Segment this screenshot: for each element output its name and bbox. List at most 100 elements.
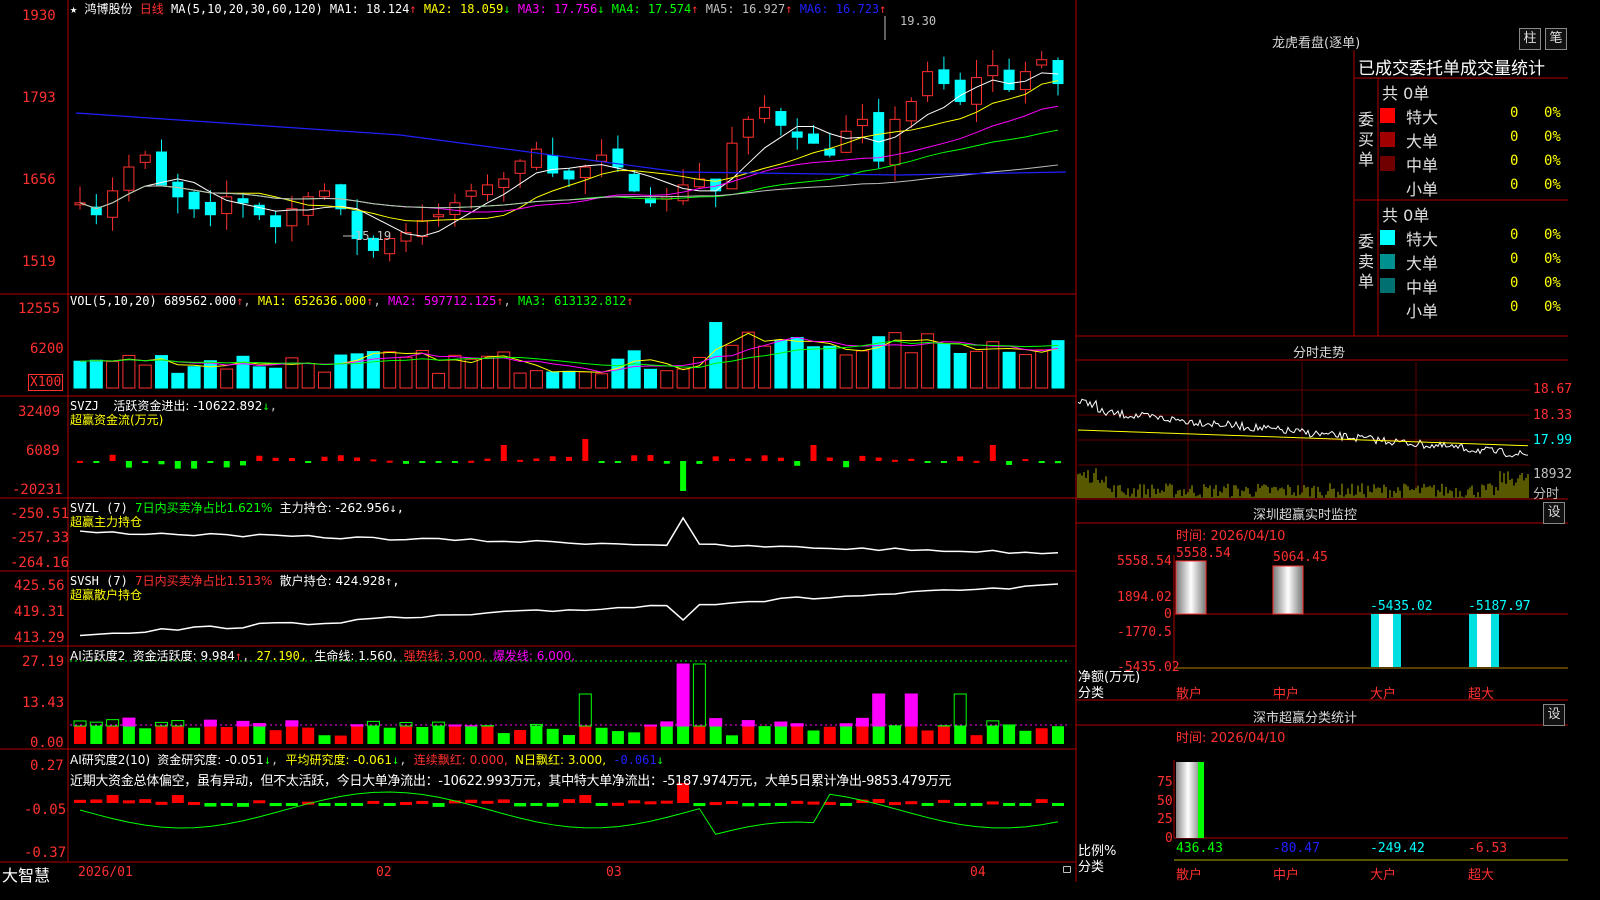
fund-flow-bar bbox=[354, 457, 361, 461]
volume-bar bbox=[236, 355, 250, 389]
sz-class-bar-value: -249.42 bbox=[1370, 841, 1425, 856]
activity-bar-top bbox=[236, 720, 250, 727]
candle-body bbox=[889, 118, 901, 166]
candle-body bbox=[514, 160, 526, 174]
sz-class-title: 深市超赢分类统计 bbox=[1253, 711, 1358, 726]
color-swatch bbox=[1380, 278, 1395, 293]
arrow-down-icon: ↓ bbox=[262, 399, 270, 413]
research-bar bbox=[90, 799, 103, 803]
candle-body bbox=[856, 118, 868, 127]
research-bar bbox=[432, 803, 445, 807]
arrow-up-icon: ↑ bbox=[236, 294, 244, 308]
period-label[interactable]: 日线 bbox=[140, 2, 164, 16]
candle-body bbox=[1036, 59, 1048, 66]
row-pct: 0% bbox=[1544, 177, 1561, 193]
activity-bar bbox=[1035, 728, 1048, 744]
activity-bar-top bbox=[448, 724, 462, 727]
research-bar bbox=[155, 801, 168, 805]
settings-button[interactable]: 设 bbox=[1543, 502, 1565, 524]
research-bar bbox=[285, 803, 298, 806]
activity-bar-top bbox=[252, 723, 266, 727]
svsh-axis-label: 419.31 bbox=[14, 604, 65, 620]
candle-body bbox=[971, 77, 982, 105]
dragon-tabs[interactable]: 已成交委托单成交量统计 bbox=[1358, 54, 1545, 79]
volume-bar bbox=[872, 336, 886, 389]
research-bar bbox=[595, 803, 608, 806]
candle-body bbox=[156, 151, 167, 186]
lock-icon[interactable] bbox=[1063, 866, 1071, 873]
category-bar bbox=[1175, 560, 1207, 615]
svzj-bars bbox=[77, 439, 1061, 491]
fund-flow-bar bbox=[908, 458, 915, 461]
ai-research-axis-label: 0.27 bbox=[30, 758, 64, 774]
activity-bar-top bbox=[855, 717, 869, 727]
svzl-label1: 7日内买卖净占比1.621% bbox=[135, 501, 273, 515]
candle-body bbox=[204, 201, 216, 216]
main-holding-line bbox=[79, 516, 1059, 555]
activity-bar-top bbox=[790, 723, 804, 727]
candlestick-chart[interactable] bbox=[74, 50, 1064, 262]
activity-bar-top bbox=[676, 663, 690, 727]
panel-borders bbox=[0, 0, 1568, 882]
candle-body bbox=[498, 178, 510, 188]
arrow-up-icon: ↑ bbox=[409, 2, 417, 16]
bar-mode-button[interactable]: 柱 bbox=[1519, 28, 1541, 50]
intraday-chart[interactable] bbox=[1077, 362, 1530, 498]
category-bar bbox=[1272, 565, 1304, 615]
activity-bar-top bbox=[350, 724, 364, 727]
fund-flow-bar bbox=[272, 457, 279, 461]
research-bar bbox=[693, 803, 706, 807]
activity-bar-top bbox=[660, 721, 674, 727]
volume-bars[interactable] bbox=[73, 322, 1065, 389]
activity-bar bbox=[872, 726, 885, 744]
x-axis-label: 2026/01 bbox=[78, 865, 133, 880]
category-bar-highlight bbox=[1477, 614, 1491, 667]
arrow-up-icon: ↑ bbox=[234, 649, 243, 663]
research-bar bbox=[106, 795, 119, 803]
research-bar bbox=[400, 802, 412, 806]
ai-research-summary: 近期大资金总体偏空，虽有异动，但不太活跃，今日大单净流出：-10622.993万… bbox=[70, 774, 952, 789]
activity-bar bbox=[367, 726, 380, 744]
arrow-down-icon: ↓ bbox=[392, 753, 400, 767]
color-swatch bbox=[1380, 230, 1395, 245]
brand-logo[interactable]: 大智慧 bbox=[2, 862, 50, 886]
volume-bar bbox=[953, 353, 967, 389]
volume-bar bbox=[138, 364, 152, 389]
research-bar bbox=[921, 803, 934, 806]
volume-bar bbox=[89, 359, 103, 389]
tick-mode-button[interactable]: 笔 bbox=[1545, 28, 1567, 50]
volume-bar bbox=[269, 367, 283, 389]
research-bar bbox=[334, 803, 347, 806]
buy-row: 大单 0 0% bbox=[1380, 127, 1568, 151]
fund-flow-bar bbox=[875, 457, 882, 461]
row-pct: 0% bbox=[1544, 251, 1561, 267]
svzl-axis-label: -264.16 bbox=[10, 555, 70, 571]
activity-bar bbox=[318, 735, 331, 744]
activity-bar bbox=[905, 726, 918, 744]
fund-flow-bar bbox=[843, 461, 850, 468]
volume-bar bbox=[839, 354, 853, 389]
volume-bar bbox=[790, 337, 804, 389]
sz-class-axis-label: 50 bbox=[1157, 794, 1173, 809]
settings-button[interactable]: 设 bbox=[1543, 704, 1565, 726]
research-bar bbox=[318, 803, 331, 806]
star-icon[interactable]: ★ bbox=[70, 2, 77, 16]
fund-flow-bar bbox=[631, 455, 638, 461]
activity-bar bbox=[823, 726, 836, 744]
price-axis-label: 1656 bbox=[22, 172, 56, 188]
fund-flow-bar bbox=[158, 461, 165, 465]
candle-body bbox=[139, 154, 151, 163]
ai-research-last: -0.061 bbox=[613, 753, 657, 767]
activity-bar bbox=[628, 732, 641, 744]
vol-header: VOL(5,10,20) 689562.000↑, MA1: 652636.00… bbox=[70, 294, 634, 308]
fund-flow-bar bbox=[109, 454, 116, 461]
buy-side-label: 委买单 bbox=[1357, 110, 1374, 169]
sz-class-axis-label: 75 bbox=[1157, 775, 1173, 790]
x-axis-label: 02 bbox=[376, 865, 392, 880]
volume-bar bbox=[904, 352, 918, 389]
fund-flow-bar bbox=[386, 460, 393, 463]
arrow-up-icon: ↑ bbox=[366, 294, 374, 308]
sz-class-bar-value: 436.43 bbox=[1176, 841, 1223, 856]
activity-bar bbox=[546, 728, 559, 744]
ai-research-header: AI研究度2(10) 资金研究度: -0.051↓, 平均研究度: -0.061… bbox=[70, 753, 664, 767]
